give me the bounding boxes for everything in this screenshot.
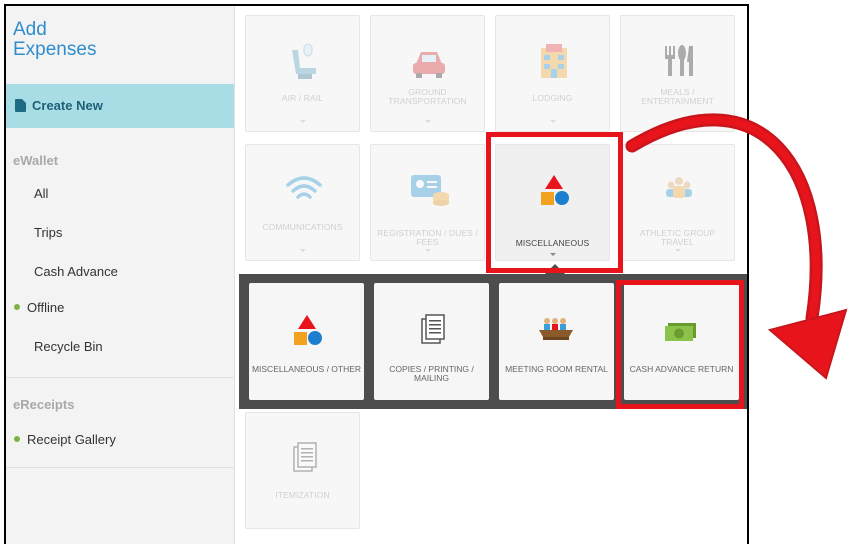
curved-arrow-icon: [625, 113, 848, 380]
